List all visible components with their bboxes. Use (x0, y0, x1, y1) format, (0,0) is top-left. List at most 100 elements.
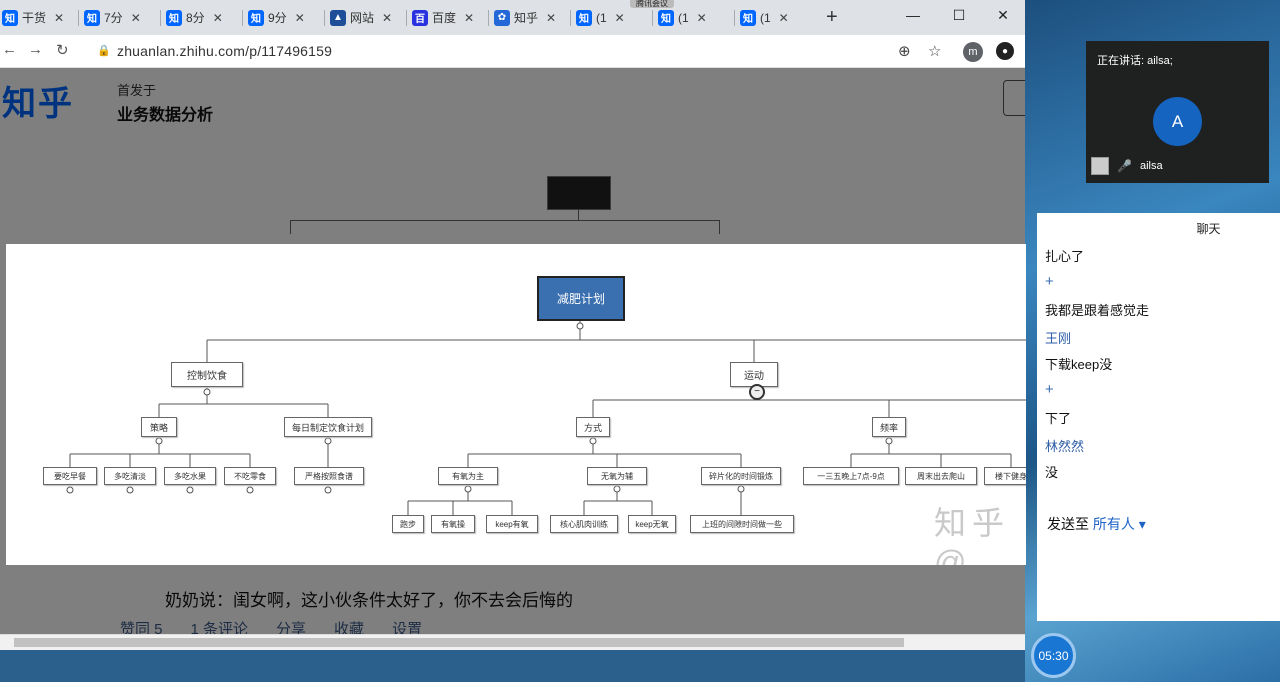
collapse-toggle[interactable] (324, 486, 332, 494)
tab-close-icon[interactable]: ✕ (546, 11, 556, 25)
chat-plus-icon: + (1045, 273, 1054, 290)
browser-tab[interactable]: 知 (1 ✕ (576, 6, 625, 29)
browser-tab[interactable]: ▲ 网站 ✕ (330, 6, 392, 29)
node-strategy: 策略 (141, 417, 177, 437)
speaker-avatar: A (1153, 97, 1202, 146)
minimize-button[interactable]: — (890, 0, 936, 30)
tab-title: 百度 (432, 11, 457, 25)
profile-avatar[interactable]: m (963, 42, 983, 62)
browser-tab[interactable]: 知 (1 ✕ (658, 6, 707, 29)
collapse-toggle[interactable] (246, 486, 254, 494)
tab-close-icon[interactable]: ✕ (213, 11, 223, 25)
extension-icon[interactable]: ● (996, 42, 1014, 60)
node-diet: 控制饮食 (171, 362, 243, 387)
send-to-row: 发送至 所有人 ▾ (1047, 514, 1146, 534)
collapse-toggle[interactable] (66, 486, 74, 494)
microphone-icon[interactable]: 🎤 (1117, 159, 1132, 173)
tab-close-icon[interactable]: ✕ (464, 11, 474, 25)
collapse-toggle[interactable] (186, 486, 194, 494)
tab-close-icon[interactable]: ✕ (295, 11, 305, 25)
tab-separator (652, 10, 653, 26)
browser-tab[interactable]: ✿ 知乎 ✕ (494, 6, 556, 29)
collapse-toggle[interactable] (589, 437, 597, 445)
zhihu-watermark: 知乎 @ (934, 505, 1011, 565)
tab-bar: 知干货 ✕ 知 7分 ✕ 知 8分 ✕ 知 9分 ✕ ▲ 网站 ✕ 百百度 ✕ ✿ 知乎 ✕ 知 (1 ✕ 知 (1 ✕ 知 (1 ✕… (0, 0, 1025, 35)
chat-title: 聊天 (1196, 222, 1221, 236)
collapse-toggle[interactable] (613, 485, 621, 493)
node-aerobic: 有氧为主 (438, 467, 498, 485)
back-icon[interactable]: ← (2, 41, 17, 58)
collapse-toggle[interactable] (324, 437, 332, 445)
browser-tab[interactable]: 知 9分 ✕ (248, 6, 305, 29)
lock-icon: 🔒 (97, 45, 111, 57)
new-tab-button[interactable]: + (826, 6, 838, 29)
collapse-toggle[interactable] (464, 485, 472, 493)
node-sport: 运动 (730, 362, 778, 387)
zoom-icon[interactable]: ⊕ (898, 42, 911, 60)
browser-tab[interactable]: 知 (1 ✕ (740, 6, 789, 29)
tab-title: 7分 (104, 11, 123, 25)
node-method: 方式 (576, 417, 610, 437)
tab-close-icon[interactable]: ✕ (615, 11, 625, 25)
node-freq-weekend: 周末出去爬山 (905, 467, 977, 485)
node-fruit: 多吃水果 (164, 467, 216, 485)
bookmark-star-icon[interactable]: ☆ (928, 42, 941, 60)
send-target-dropdown[interactable]: 所有人 ▾ (1093, 516, 1146, 532)
node-breakfast: 要吃早餐 (43, 467, 97, 485)
node-daily-plan: 每日制定饮食计划 (284, 417, 372, 437)
tab-separator (406, 10, 407, 26)
tooltip: 腾讯会议 (630, 0, 674, 8)
speaking-label: 正在讲话: ailsa; (1097, 55, 1173, 67)
tab-title: 网站 (350, 11, 375, 25)
send-target-value[interactable]: 所有人 (1093, 516, 1135, 532)
tab-favicon-icon: 知 (166, 9, 182, 26)
close-window-button[interactable]: ✕ (980, 0, 1025, 30)
tab-separator (242, 10, 243, 26)
node-keep-anaerobic: keep无氧 (628, 515, 676, 533)
recording-timer[interactable]: 05:30 (1031, 633, 1076, 678)
collapse-toggle[interactable] (126, 486, 134, 494)
browser-tab[interactable]: 知 7分 ✕ (84, 6, 141, 29)
collapse-toggle[interactable] (885, 437, 893, 445)
node-freq-gym: 楼下健身 (984, 467, 1026, 485)
browser-tab[interactable]: 百百度 ✕ (412, 6, 474, 29)
url-field[interactable]: zhuanlan.zhihu.com/p/117496159 (117, 43, 332, 59)
tab-close-icon[interactable]: ✕ (54, 11, 64, 25)
mindmap-image[interactable]: 减肥计划 控制饮食 运动 策略 每日制定饮食计划 方式 频率 要吃早餐 多吃清淡… (6, 244, 1026, 565)
tab-separator (570, 10, 571, 26)
scrollbar-thumb[interactable] (14, 638, 904, 647)
tab-close-icon[interactable]: ✕ (697, 11, 707, 25)
tab-separator (78, 10, 79, 26)
tab-separator (324, 10, 325, 26)
tab-title: 8分 (186, 11, 205, 25)
browser-tab[interactable]: 知 8分 ✕ (166, 6, 223, 29)
tab-favicon-icon: 知 (740, 9, 756, 26)
tab-separator (488, 10, 489, 26)
speaker-name: ailsa (1139, 160, 1163, 172)
node-fragment: 碎片化的时间锻炼 (701, 467, 781, 485)
collapse-toggle[interactable] (155, 437, 163, 445)
tab-favicon-icon: 知 (576, 9, 592, 26)
node-no-snacks: 不吃零食 (224, 467, 276, 485)
node-freq-weekday: 一三五晚上7点-9点 (803, 467, 899, 485)
collapse-toggle[interactable] (203, 388, 211, 396)
chat-message: 下了 (1045, 411, 1072, 426)
chat-panel: 聊天 扎心了 + 我都是跟着感觉走 王刚 下载keep没 + 下了 林然然没 发送至 所有人 … (1037, 213, 1280, 621)
chat-sender-name: 林然然 (1045, 439, 1085, 454)
tab-close-icon[interactable]: ✕ (382, 11, 392, 25)
tab-close-icon[interactable]: ✕ (779, 11, 789, 25)
tab-favicon-icon: ▲ (330, 9, 346, 26)
tab-close-icon[interactable]: ✕ (131, 11, 141, 25)
tab-separator (160, 10, 161, 26)
node-anaerobic: 无氧为辅 (587, 467, 647, 485)
browser-tab[interactable]: 知干货 ✕ (2, 6, 64, 29)
collapse-toggle[interactable] (737, 485, 745, 493)
node-core-training: 核心肌肉训练 (550, 515, 618, 533)
node-recipe: 严格按照食谱 (294, 467, 364, 485)
horizontal-scrollbar[interactable] (0, 634, 1025, 650)
tab-favicon-icon: 百 (412, 9, 428, 26)
collapse-toggle[interactable] (576, 322, 584, 330)
maximize-button[interactable]: ☐ (936, 0, 982, 30)
reload-icon[interactable]: ↻ (56, 41, 69, 59)
forward-icon[interactable]: → (28, 41, 43, 58)
